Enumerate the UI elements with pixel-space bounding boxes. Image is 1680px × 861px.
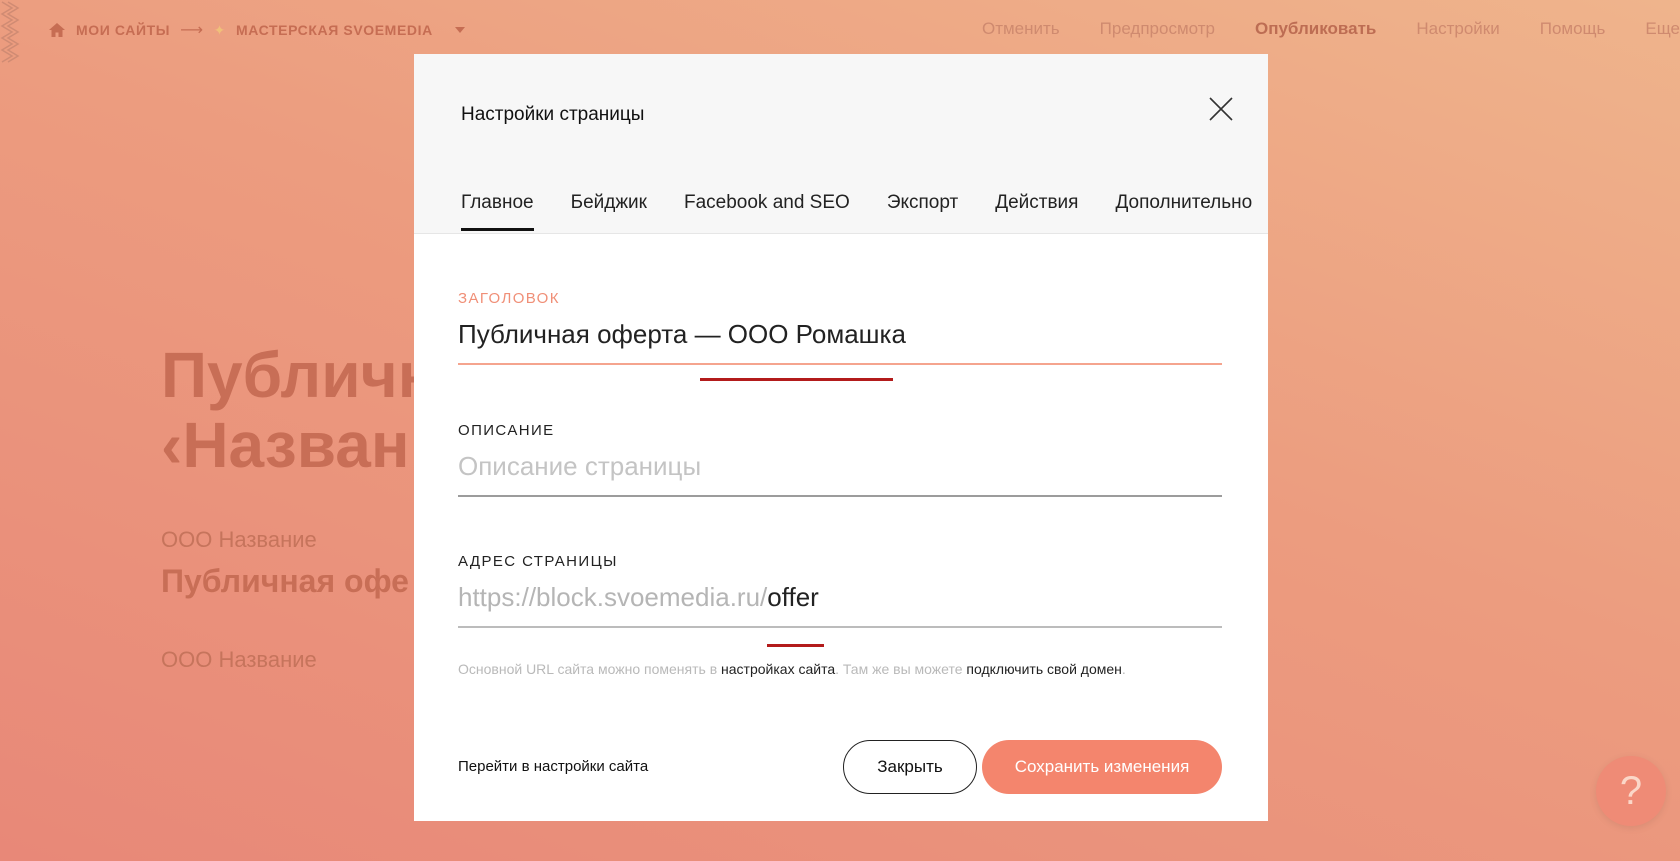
top-bar: МОИ САЙТЫ ⟶ ✦ МАСТЕРСКАЯ SVOEMEDIA Отмен… bbox=[0, 0, 1680, 63]
page-heading-line2: ‹Назван bbox=[161, 409, 410, 481]
page-heading-line1: Публичн bbox=[161, 339, 437, 411]
nav-more[interactable]: Еще bbox=[1645, 19, 1680, 39]
address-input[interactable]: https://block.svoemedia.ru/offer bbox=[458, 582, 1222, 626]
breadcrumb-site-name[interactable]: МАСТЕРСКАЯ SVOEMEDIA bbox=[236, 22, 433, 38]
breadcrumb-arrow-icon: ⟶ bbox=[180, 22, 204, 39]
nav-cancel[interactable]: Отменить bbox=[982, 19, 1060, 39]
url-hint: Основной URL сайта можно поменять в наст… bbox=[458, 661, 1126, 677]
breadcrumb-my-sites[interactable]: МОИ САЙТЫ bbox=[76, 22, 170, 38]
star-icon: ✦ bbox=[213, 21, 226, 38]
page-subtitle-3: ООО Название bbox=[161, 647, 317, 672]
title-field-label: ЗАГОЛОВОК bbox=[458, 290, 560, 307]
url-prefix: https://block.svoemedia.ru/ bbox=[458, 582, 768, 612]
page-settings-modal: Настройки страницы Главное Бейджик Faceb… bbox=[414, 54, 1268, 821]
address-field-line bbox=[458, 626, 1222, 628]
chevron-down-icon[interactable] bbox=[454, 27, 465, 33]
help-button[interactable]: ? bbox=[1596, 756, 1666, 826]
tab-facebook-seo[interactable]: Facebook and SEO bbox=[684, 192, 850, 230]
go-to-site-settings-link[interactable]: Перейти в настройки сайта bbox=[458, 758, 648, 775]
description-input[interactable]: Описание страницы bbox=[458, 451, 1222, 495]
home-icon[interactable] bbox=[48, 21, 66, 39]
tab-main[interactable]: Главное bbox=[461, 192, 534, 231]
site-settings-link[interactable]: настройках сайта bbox=[721, 661, 835, 677]
address-field: АДРЕС СТРАНИЦЫ https://block.svoemedia.r… bbox=[458, 553, 1222, 647]
page-subtitle-1: ООО Название bbox=[161, 527, 317, 552]
breadcrumb: МОИ САЙТЫ ⟶ ✦ МАСТЕРСКАЯ SVOEMEDIA bbox=[48, 20, 465, 40]
hint-text: . bbox=[1121, 661, 1126, 677]
title-input[interactable]: Публичная оферта — ООО Ромашка bbox=[458, 319, 1222, 363]
close-icon[interactable] bbox=[1208, 96, 1234, 122]
nav-publish[interactable]: Опубликовать bbox=[1255, 19, 1376, 39]
zigzag-decoration-icon bbox=[0, 1, 20, 63]
tab-export[interactable]: Экспорт bbox=[887, 192, 958, 230]
modal-header: Настройки страницы Главное Бейджик Faceb… bbox=[414, 54, 1268, 234]
tab-badge[interactable]: Бейджик bbox=[571, 192, 647, 230]
save-button[interactable]: Сохранить изменения bbox=[982, 740, 1222, 794]
page-subtitle-2: Публичная офе bbox=[161, 563, 409, 599]
close-button[interactable]: Закрыть bbox=[843, 740, 977, 794]
description-field-label: ОПИСАНИЕ bbox=[458, 422, 555, 439]
title-field-line bbox=[458, 363, 1222, 365]
nav-help[interactable]: Помощь bbox=[1540, 19, 1606, 39]
hint-text: . Там же вы можете bbox=[835, 661, 967, 677]
annotation-underline bbox=[700, 378, 893, 381]
page-heading: Публичн ‹Назван bbox=[161, 340, 436, 480]
description-field: ОПИСАНИЕ Описание страницы bbox=[458, 422, 1222, 497]
top-nav: Отменить Предпросмотр Опубликовать Настр… bbox=[982, 19, 1680, 39]
modal-title: Настройки страницы bbox=[461, 104, 645, 125]
tab-actions[interactable]: Действия bbox=[995, 192, 1078, 230]
question-icon: ? bbox=[1619, 768, 1643, 813]
description-field-line bbox=[458, 495, 1222, 497]
url-slug[interactable]: offer bbox=[767, 582, 819, 612]
connect-domain-link[interactable]: подключить свой домен bbox=[966, 661, 1121, 677]
nav-preview[interactable]: Предпросмотр bbox=[1100, 19, 1215, 39]
nav-settings[interactable]: Настройки bbox=[1416, 19, 1499, 39]
tab-additional[interactable]: Дополнительно bbox=[1115, 192, 1252, 230]
title-field: ЗАГОЛОВОК Публичная оферта — ООО Ромашка bbox=[458, 290, 1222, 381]
modal-tabs: Главное Бейджик Facebook and SEO Экспорт… bbox=[461, 192, 1252, 231]
annotation-underline bbox=[767, 644, 824, 647]
hint-text: Основной URL сайта можно поменять в bbox=[458, 661, 722, 677]
address-field-label: АДРЕС СТРАНИЦЫ bbox=[458, 553, 618, 570]
